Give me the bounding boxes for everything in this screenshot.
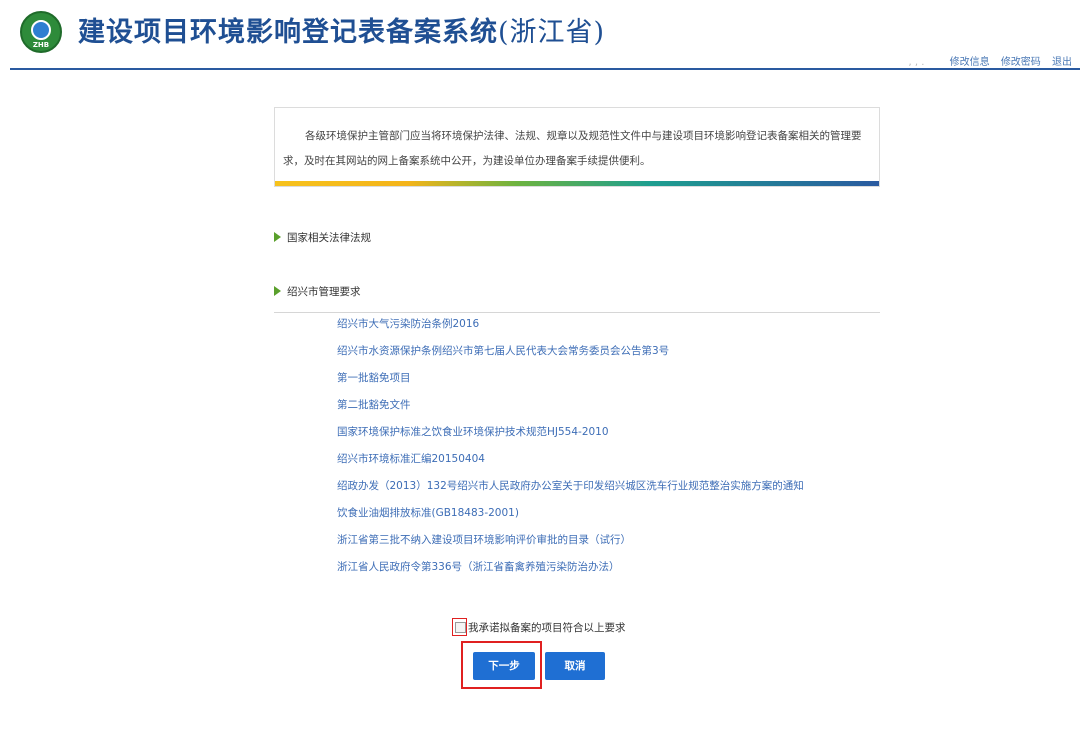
list-item: 饮食业油烟排放标准(GB18483-2001): [337, 506, 804, 533]
section-national-laws[interactable]: 国家相关法律法规: [274, 230, 371, 245]
site-title-main: 建设项目环境影响登记表备案系统: [78, 17, 498, 48]
triangle-right-icon: [274, 286, 281, 296]
agreement-label[interactable]: 我承诺拟备案的项目符合以上要求: [468, 620, 626, 635]
section-title-label: 绍兴市管理要求: [287, 286, 361, 298]
globe-icon: [31, 20, 51, 40]
regulation-link-list: 绍兴市大气污染防治条例2016 绍兴市水资源保护条例绍兴市第七届人民代表大会常务…: [337, 317, 804, 587]
list-item: 绍兴市水资源保护条例绍兴市第七届人民代表大会常务委员会公告第3号: [337, 344, 804, 371]
section-shaoxing-requirements[interactable]: 绍兴市管理要求: [274, 284, 361, 299]
regulation-link[interactable]: 国家环境保护标准之饮食业环境保护技术规范HJ554-2010: [337, 426, 609, 438]
regulation-link[interactable]: 浙江省第三批不纳入建设项目环境影响评价审批的目录（试行）: [337, 534, 631, 546]
regulation-link[interactable]: 饮食业油烟排放标准(GB18483-2001): [337, 507, 519, 519]
site-title: 建设项目环境影响登记表备案系统(浙江省): [78, 10, 605, 49]
section-divider: [274, 312, 880, 313]
notice-color-bar: [275, 181, 879, 186]
regulation-link[interactable]: 第一批豁免项目: [337, 372, 411, 384]
regulation-link[interactable]: 第二批豁免文件: [337, 399, 411, 411]
notice-box: 各级环境保护主管部门应当将环境保护法律、法规、规章以及规范性文件中与建设项目环境…: [274, 107, 880, 187]
cancel-button[interactable]: 取消: [545, 652, 605, 680]
regulation-link[interactable]: 绍兴市环境标准汇编20150404: [337, 453, 485, 465]
change-password-link[interactable]: 修改密码: [1001, 57, 1041, 68]
list-item: 浙江省人民政府令第336号（浙江省畜禽养殖污染防治办法）: [337, 560, 804, 587]
list-item: 第二批豁免文件: [337, 398, 804, 425]
next-step-button[interactable]: 下一步: [473, 652, 535, 680]
list-item: 第一批豁免项目: [337, 371, 804, 398]
top-nav-dots: , , .: [908, 57, 925, 68]
section-title-label: 国家相关法律法规: [287, 232, 371, 244]
list-item: 国家环境保护标准之饮食业环境保护技术规范HJ554-2010: [337, 425, 804, 452]
regulation-link[interactable]: 绍兴市水资源保护条例绍兴市第七届人民代表大会常务委员会公告第3号: [337, 345, 669, 357]
regulation-link[interactable]: 绍政办发（2013）132号绍兴市人民政府办公室关于印发绍兴城区洗车行业规范整治…: [337, 480, 804, 492]
list-item: 绍政办发（2013）132号绍兴市人民政府办公室关于印发绍兴城区洗车行业规范整治…: [337, 479, 804, 506]
triangle-right-icon: [274, 232, 281, 242]
notice-text: 各级环境保护主管部门应当将环境保护法律、法规、规章以及规范性文件中与建设项目环境…: [283, 130, 862, 167]
zhb-logo-icon: ZHB: [20, 11, 62, 53]
list-item: 绍兴市环境标准汇编20150404: [337, 452, 804, 479]
regulation-link[interactable]: 绍兴市大气污染防治条例2016: [337, 318, 479, 330]
logout-link[interactable]: 退出: [1052, 57, 1072, 68]
header-divider: [10, 68, 1080, 70]
list-item: 绍兴市大气污染防治条例2016: [337, 317, 804, 344]
agreement-checkbox[interactable]: [455, 622, 466, 633]
checkbox-highlight: [452, 618, 467, 636]
top-nav: , , . 修改信息 修改密码 退出: [909, 53, 1072, 68]
site-title-province: (浙江省): [498, 17, 606, 48]
list-item: 浙江省第三批不纳入建设项目环境影响评价审批的目录（试行）: [337, 533, 804, 560]
header: ZHB 建设项目环境影响登记表备案系统(浙江省) , , . 修改信息 修改密码…: [0, 0, 1080, 70]
regulation-link[interactable]: 浙江省人民政府令第336号（浙江省畜禽养殖污染防治办法）: [337, 561, 620, 573]
logo-text: ZHB: [32, 41, 50, 49]
edit-info-link[interactable]: 修改信息: [950, 57, 990, 68]
